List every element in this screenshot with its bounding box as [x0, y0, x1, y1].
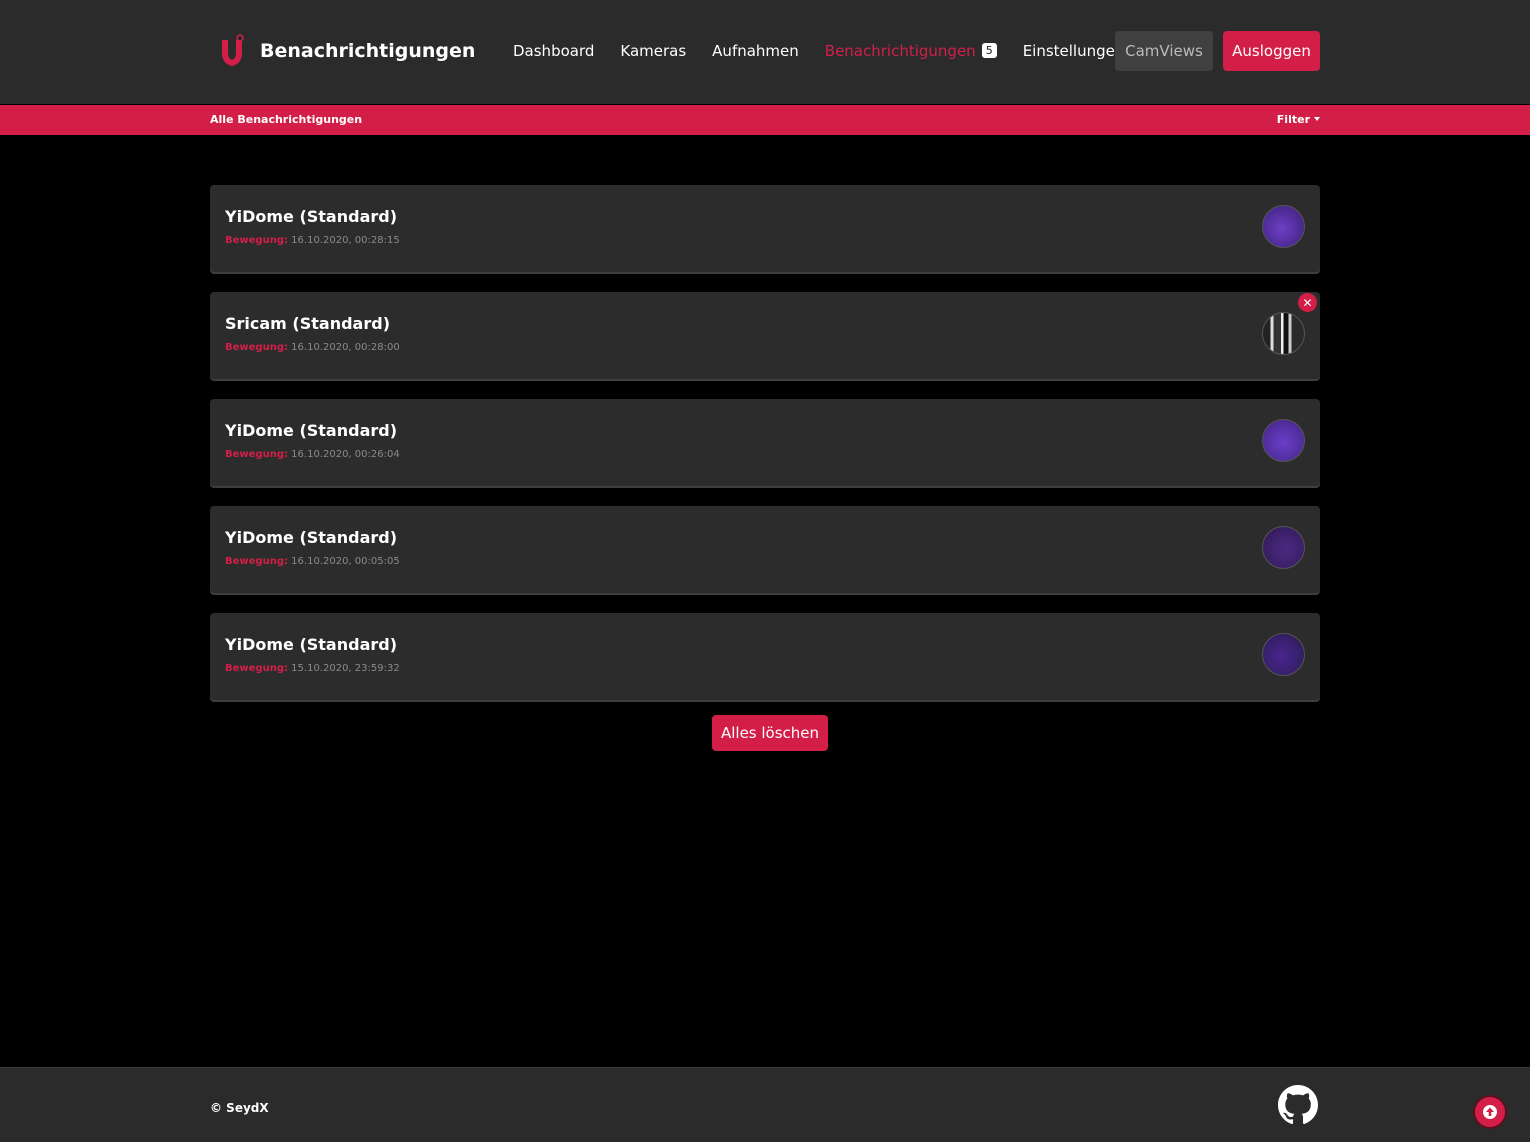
snapshot-thumbnail[interactable] [1262, 205, 1305, 248]
event-type: Bewegung: [225, 556, 288, 567]
filter-label: Filter [1276, 113, 1310, 126]
clear-all-button[interactable]: Alles löschen [712, 715, 828, 751]
nav-benachrichtigungen[interactable]: Benachrichtigungen 5 [812, 42, 1010, 60]
notification-meta: Bewegung: 15.10.2020, 23:59:32 [225, 663, 400, 674]
notification-card[interactable]: YiDome (Standard) Bewegung: 15.10.2020, … [210, 613, 1320, 700]
notification-card[interactable]: Sricam (Standard) Bewegung: 16.10.2020, … [210, 292, 1320, 379]
notification-meta: Bewegung: 16.10.2020, 00:26:04 [225, 449, 400, 460]
notification-card[interactable]: YiDome (Standard) Bewegung: 16.10.2020, … [210, 185, 1320, 272]
snapshot-thumbnail[interactable] [1262, 526, 1305, 569]
notification-title: YiDome (Standard) [225, 528, 398, 547]
event-type: Bewegung: [225, 449, 288, 460]
event-time: 16.10.2020, 00:28:15 [291, 235, 400, 246]
footer: © SeydX [0, 1067, 1530, 1142]
event-time: 15.10.2020, 23:59:32 [291, 663, 400, 674]
nav-dashboard[interactable]: Dashboard [500, 42, 607, 60]
notification-title: YiDome (Standard) [225, 635, 398, 654]
event-type: Bewegung: [225, 235, 288, 246]
snapshot-thumbnail[interactable] [1262, 419, 1305, 462]
notification-card[interactable]: YiDome (Standard) Bewegung: 16.10.2020, … [210, 506, 1320, 593]
notification-meta: Bewegung: 16.10.2020, 00:28:15 [225, 235, 400, 246]
caret-down-icon [1314, 117, 1320, 121]
filter-dropdown[interactable]: Filter [1277, 113, 1320, 126]
copyright-text: © SeydX [210, 1101, 269, 1115]
nav-aufnahmen[interactable]: Aufnahmen [699, 42, 812, 60]
close-icon[interactable]: ✕ [1298, 293, 1317, 312]
event-time: 16.10.2020, 00:28:00 [291, 342, 400, 353]
notification-title: YiDome (Standard) [225, 207, 398, 226]
nav-kameras[interactable]: Kameras [607, 42, 699, 60]
sub-header-bar: Alle Benachrichtigungen Filter [0, 105, 1530, 135]
notification-meta: Bewegung: 16.10.2020, 00:05:05 [225, 556, 400, 567]
notification-meta: Bewegung: 16.10.2020, 00:28:00 [225, 342, 400, 353]
logout-button[interactable]: Ausloggen [1223, 31, 1320, 71]
notification-title: Sricam (Standard) [225, 314, 390, 333]
event-type: Bewegung: [225, 342, 288, 353]
notification-title: YiDome (Standard) [225, 421, 398, 440]
subheader-title: Alle Benachrichtigungen [210, 113, 363, 126]
nav-benachrichtigungen-label: Benachrichtigungen [824, 42, 976, 60]
notification-list: YiDome (Standard) Bewegung: 16.10.2020, … [210, 185, 1320, 720]
notification-count-badge: 5 [981, 43, 997, 58]
event-time: 16.10.2020, 00:26:04 [291, 449, 400, 460]
notification-card[interactable]: YiDome (Standard) Bewegung: 16.10.2020, … [210, 399, 1320, 486]
snapshot-thumbnail[interactable] [1262, 312, 1305, 355]
navbar: Benachrichtigungen Dashboard Kameras Auf… [0, 0, 1530, 104]
scroll-to-top-button[interactable] [1475, 1097, 1505, 1127]
arrow-up-icon [1483, 1105, 1497, 1119]
snapshot-thumbnail[interactable] [1262, 633, 1305, 676]
event-type: Bewegung: [225, 663, 288, 674]
camviews-button[interactable]: CamViews [1115, 31, 1213, 71]
github-icon[interactable] [1278, 1085, 1318, 1125]
main-nav: Dashboard Kameras Aufnahmen Benachrichti… [500, 31, 1137, 71]
camera-ui-logo-icon [222, 34, 244, 66]
event-time: 16.10.2020, 00:05:05 [291, 556, 400, 567]
brand[interactable]: Benachrichtigungen [218, 32, 475, 70]
page-title: Benachrichtigungen [260, 40, 476, 62]
